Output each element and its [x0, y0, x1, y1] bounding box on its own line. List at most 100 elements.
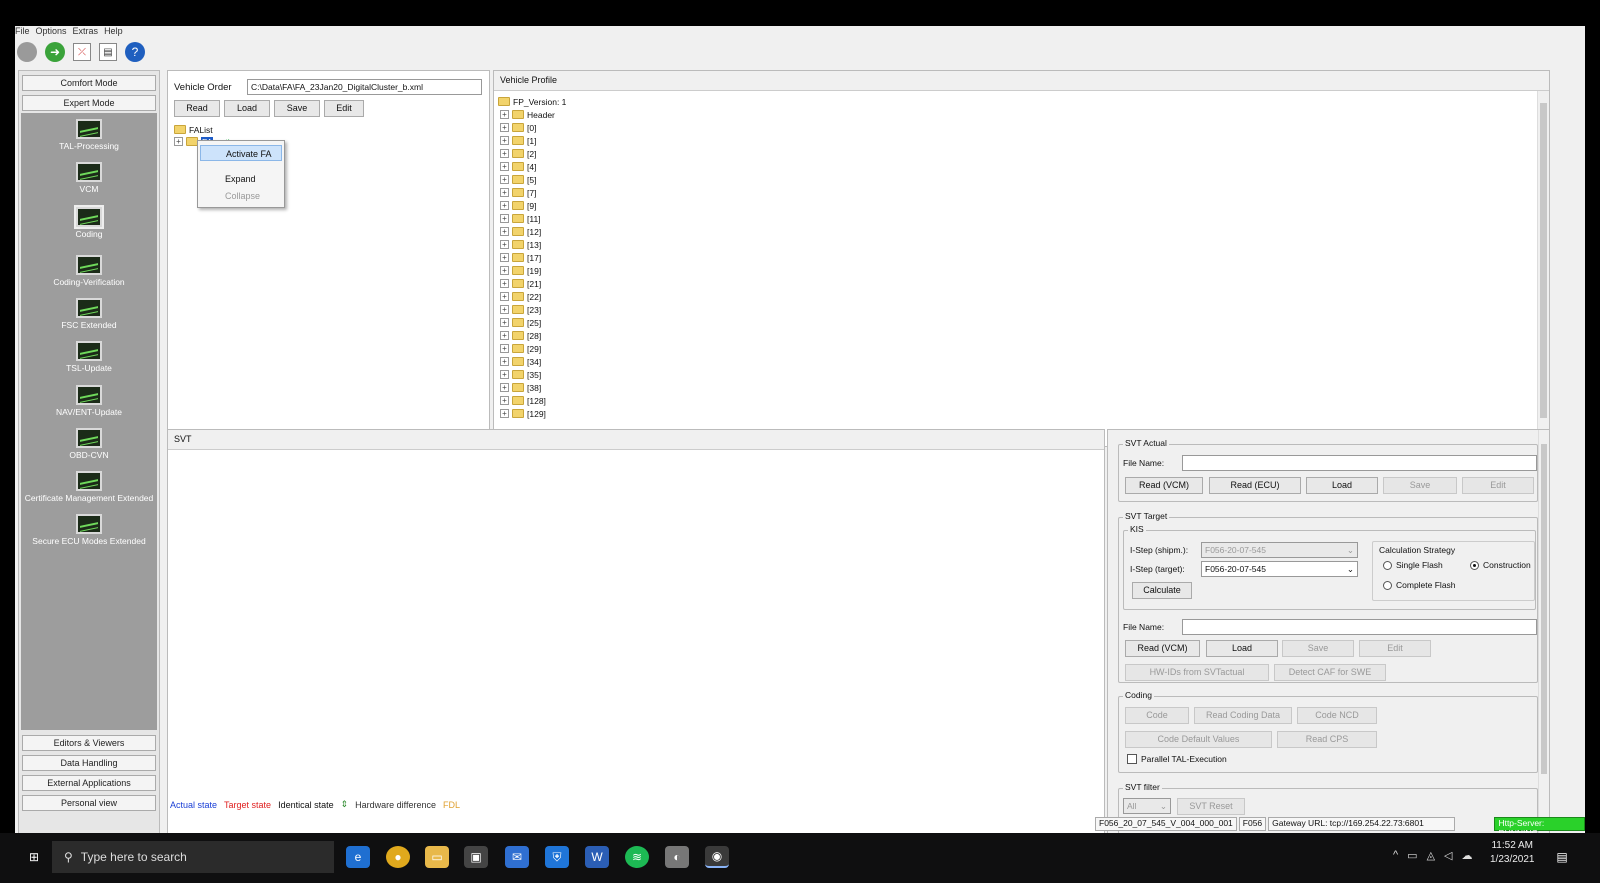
svt-actual-edit-button[interactable]: Edit [1462, 477, 1534, 494]
vp-tree-item[interactable]: + [23] [500, 303, 541, 316]
expert-mode-button[interactable]: Expert Mode [22, 95, 156, 111]
vp-tree-item[interactable]: + [4] [500, 160, 536, 173]
battery-icon[interactable]: ▭ [1407, 849, 1417, 862]
tool-obd-cvn[interactable]: OBD-CVN [21, 428, 157, 460]
svt-actual-save-button[interactable]: Save [1383, 477, 1457, 494]
svt-target-file-input[interactable] [1182, 619, 1537, 635]
vp-tree-item[interactable]: + [12] [500, 225, 541, 238]
vp-tree-item[interactable]: + [9] [500, 199, 536, 212]
spotify-icon[interactable]: ≋ [625, 846, 649, 868]
vp-tree-item[interactable]: + [17] [500, 251, 541, 264]
radio-single-flash[interactable]: Single Flash [1383, 560, 1443, 570]
svt-actual-file-input[interactable] [1182, 455, 1537, 471]
right-scroll-thumb[interactable] [1541, 444, 1547, 774]
menu-activate-fa[interactable]: Activate FA [200, 145, 282, 161]
vp-tree-item[interactable]: + [129] [500, 407, 546, 420]
expand-icon[interactable]: + [500, 383, 509, 392]
personal-view-button[interactable]: Personal view [22, 795, 156, 811]
shield-icon[interactable]: ⛨ [545, 846, 569, 868]
istep-shipm-select[interactable]: F056-20-07-545 ⌄ [1201, 542, 1358, 558]
mail-icon[interactable]: ✉ [505, 846, 529, 868]
calculate-button[interactable]: Calculate [1132, 582, 1192, 599]
vp-tree-item[interactable]: + [28] [500, 329, 541, 342]
parallel-tal-checkbox[interactable]: Parallel TAL-Execution [1127, 754, 1227, 764]
vp-tree-item[interactable]: + [11] [500, 212, 541, 225]
expand-icon[interactable]: + [500, 331, 509, 340]
file-explorer-icon[interactable]: ▭ [425, 846, 449, 868]
expand-icon[interactable]: + [500, 409, 509, 418]
tool-secure-ecu-modes[interactable]: Secure ECU Modes Extended [21, 514, 157, 546]
istep-target-select[interactable]: F056-20-07-545 ⌄ [1201, 561, 1358, 577]
edge-icon[interactable]: e [346, 846, 370, 868]
app-icon[interactable]: ◐ [665, 846, 689, 868]
expand-icon[interactable]: + [174, 137, 183, 146]
chrome-icon[interactable]: ● [386, 846, 410, 868]
menu-help[interactable]: Help [104, 26, 123, 36]
chevron-up-icon[interactable]: ^ [1393, 849, 1398, 862]
network-icon[interactable]: ◬ [1427, 849, 1435, 862]
external-applications-button[interactable]: External Applications [22, 775, 156, 791]
expand-icon[interactable]: + [500, 318, 509, 327]
expand-icon[interactable]: + [500, 396, 509, 405]
expand-icon[interactable]: + [500, 110, 509, 119]
code-ncd-button[interactable]: Code NCD [1297, 707, 1377, 724]
tool-vcm[interactable]: VCM [21, 162, 157, 194]
radio-construction[interactable]: Construction [1470, 560, 1531, 570]
expand-icon[interactable]: + [500, 162, 509, 171]
volume-icon[interactable]: ◁ [1444, 849, 1452, 862]
svt-target-edit-button[interactable]: Edit [1359, 640, 1431, 657]
vp-tree-item[interactable]: + [13] [500, 238, 541, 251]
vp-tree-item[interactable]: + Header [500, 108, 555, 121]
vo-read-button[interactable]: Read [174, 100, 220, 117]
vo-edit-button[interactable]: Edit [324, 100, 364, 117]
expand-icon[interactable]: + [500, 240, 509, 249]
taskbar-search[interactable]: ⚲ Type here to search [52, 841, 334, 873]
expand-icon[interactable]: + [500, 344, 509, 353]
vp-tree-item[interactable]: + [19] [500, 264, 541, 277]
vp-tree-item[interactable]: + [35] [500, 368, 541, 381]
windows-start-icon[interactable]: ⊞ [22, 846, 46, 868]
vp-tree-item[interactable]: + [21] [500, 277, 541, 290]
expand-icon[interactable]: + [500, 149, 509, 158]
notification-icon[interactable]: ▤ [1550, 846, 1574, 868]
vehicle-order-path[interactable]: C:\Data\FA\FA_23Jan20_DigitalCluster_b.x… [247, 79, 482, 95]
detect-caf-button[interactable]: Detect CAF for SWE [1274, 664, 1386, 681]
tool-certificate-management[interactable]: Certificate Management Extended [21, 471, 157, 503]
vp-tree-item[interactable]: + [25] [500, 316, 541, 329]
tool-nav-ent-update[interactable]: NAV/ENT-Update [21, 385, 157, 417]
tool-fsc-extended[interactable]: FSC Extended [21, 298, 157, 330]
tool-coding-verification[interactable]: Coding-Verification [21, 255, 157, 287]
vp-tree-item[interactable]: + [5] [500, 173, 536, 186]
vo-load-button[interactable]: Load [224, 100, 270, 117]
vp-tree-item[interactable]: + [7] [500, 186, 536, 199]
read-coding-data-button[interactable]: Read Coding Data [1194, 707, 1292, 724]
stop-icon[interactable] [17, 42, 37, 62]
code-default-values-button[interactable]: Code Default Values [1125, 731, 1272, 748]
vp-tree-item[interactable]: + [22] [500, 290, 541, 303]
vp-tree-item[interactable]: + [29] [500, 342, 541, 355]
expand-icon[interactable]: + [500, 123, 509, 132]
bmw-app-icon[interactable]: ◉ [705, 846, 729, 868]
word-icon[interactable]: W [585, 846, 609, 868]
data-handling-button[interactable]: Data Handling [22, 755, 156, 771]
svt-actual-read-ecu-button[interactable]: Read (ECU) [1209, 477, 1301, 494]
right-scrollbar[interactable] [1538, 430, 1549, 835]
svt-filter-select[interactable]: All ⌄ [1123, 798, 1171, 814]
vp-tree-item[interactable]: + [34] [500, 355, 541, 368]
tool-tsl-update[interactable]: TSL-Update [21, 341, 157, 373]
vp-scroll-thumb[interactable] [1540, 103, 1547, 418]
menu-extras[interactable]: Extras [73, 26, 99, 36]
onedrive-icon[interactable]: ☁ [1462, 849, 1473, 862]
hw-ids-button[interactable]: HW-IDs from SVTactual [1125, 664, 1269, 681]
expand-icon[interactable]: + [500, 136, 509, 145]
expand-icon[interactable]: + [500, 227, 509, 236]
editors-viewers-button[interactable]: Editors & Viewers [22, 735, 156, 751]
vp-tree-item[interactable]: + [0] [500, 121, 536, 134]
comfort-mode-button[interactable]: Comfort Mode [22, 75, 156, 91]
vp-tree-item[interactable]: + [128] [500, 394, 546, 407]
help-icon[interactable]: ? [125, 42, 145, 62]
expand-icon[interactable]: + [500, 201, 509, 210]
svt-actual-load-button[interactable]: Load [1306, 477, 1378, 494]
svt-target-load-button[interactable]: Load [1206, 640, 1278, 657]
expand-icon[interactable]: + [500, 305, 509, 314]
